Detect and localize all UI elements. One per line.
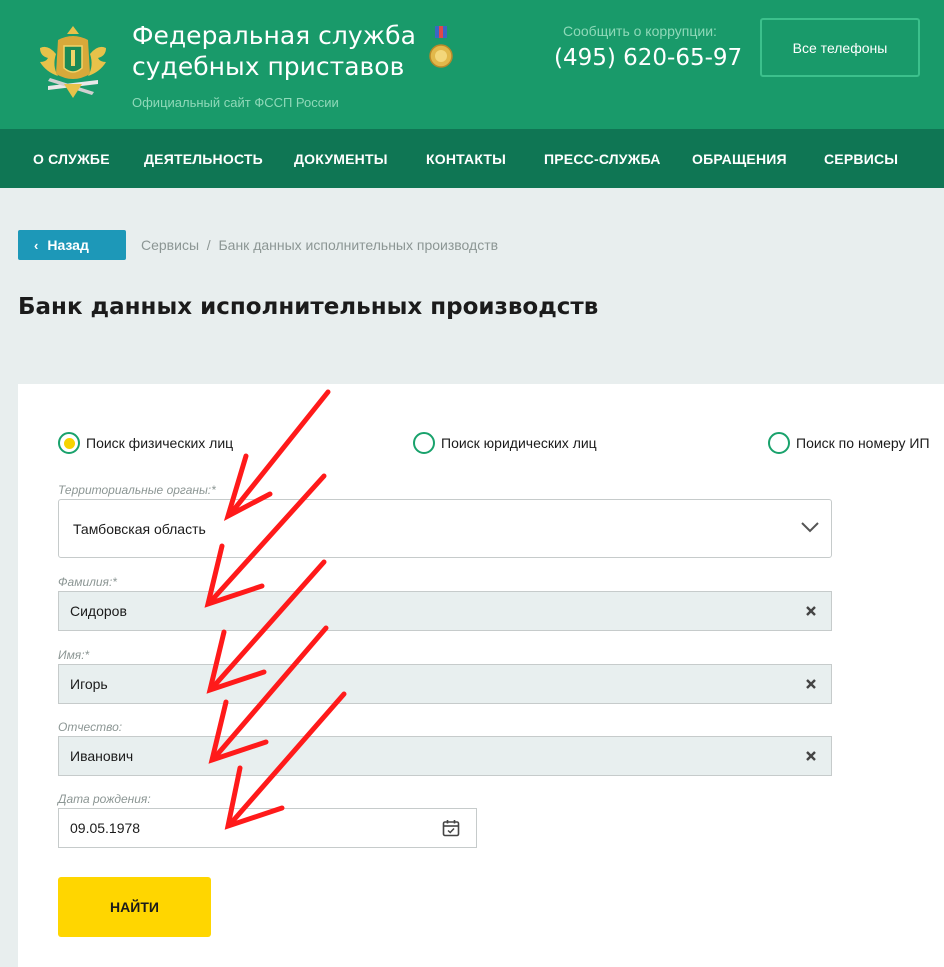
- patronymic-label: Отчество:: [58, 720, 123, 734]
- radio-ip-number[interactable]: Поиск по номеру ИП: [768, 432, 930, 454]
- surname-field[interactable]: Сидоров: [58, 591, 832, 631]
- radio-ip-number-label: Поиск по номеру ИП: [796, 435, 930, 451]
- radio-legal-entities-label: Поиск юридических лиц: [441, 435, 597, 451]
- breadcrumb-separator: /: [206, 237, 211, 253]
- radio-circle: [413, 432, 435, 454]
- birthdate-field[interactable]: 09.05.1978: [58, 808, 477, 848]
- name-label: Имя:*: [58, 648, 90, 662]
- calendar-icon[interactable]: [442, 819, 460, 837]
- org-subtitle: Официальный сайт ФССП России: [132, 95, 339, 110]
- radio-circle: [768, 432, 790, 454]
- breadcrumb: Сервисы / Банк данных исполнительных про…: [141, 237, 498, 253]
- radio-individuals-label: Поиск физических лиц: [86, 435, 234, 451]
- radio-circle-selected: [58, 432, 80, 454]
- birthdate-label: Дата рождения:: [58, 792, 151, 806]
- main-nav: О СЛУЖБЕ ДЕЯТЕЛЬНОСТЬ ДОКУМЕНТЫ КОНТАКТЫ…: [0, 129, 944, 188]
- chevron-left-icon: ‹: [34, 237, 39, 253]
- nav-item-appeals[interactable]: ОБРАЩЕНИЯ: [692, 151, 787, 167]
- nav-item-about[interactable]: О СЛУЖБЕ: [33, 151, 110, 167]
- patronymic-value: Иванович: [70, 748, 134, 764]
- org-name[interactable]: Федеральная служба судебных приставов: [132, 20, 416, 82]
- org-name-line2: судебных приставов: [132, 52, 405, 81]
- medal-icon: [429, 26, 453, 68]
- all-phones-button[interactable]: Все телефоны: [760, 18, 920, 77]
- back-button-label: Назад: [47, 237, 89, 253]
- territorial-select[interactable]: Тамбовская область: [58, 499, 832, 558]
- back-button[interactable]: ‹ Назад: [18, 230, 126, 260]
- radio-legal-entities[interactable]: Поиск юридических лиц: [413, 432, 597, 454]
- patronymic-field[interactable]: Иванович: [58, 736, 832, 776]
- nav-item-press[interactable]: ПРЕСС-СЛУЖБА: [544, 151, 661, 167]
- page-title: Банк данных исполнительных производств: [18, 294, 599, 320]
- find-button[interactable]: НАЙТИ: [58, 877, 211, 937]
- corruption-phone[interactable]: (495) 620-65-97: [554, 45, 742, 71]
- site-header: Федеральная служба судебных приставов Оф…: [0, 0, 944, 129]
- surname-label: Фамилия:*: [58, 575, 117, 589]
- clear-icon[interactable]: [805, 678, 817, 690]
- clear-icon[interactable]: [805, 750, 817, 762]
- nav-item-documents[interactable]: ДОКУМЕНТЫ: [294, 151, 388, 167]
- org-name-line1: Федеральная служба: [132, 21, 416, 50]
- name-value: Игорь: [70, 676, 108, 692]
- clear-icon[interactable]: [805, 605, 817, 617]
- emblem-icon[interactable]: [34, 22, 112, 102]
- breadcrumb-item-services[interactable]: Сервисы: [141, 237, 199, 253]
- birthdate-value: 09.05.1978: [70, 820, 141, 836]
- territorial-value: Тамбовская область: [73, 520, 206, 537]
- nav-item-activity[interactable]: ДЕЯТЕЛЬНОСТЬ: [144, 151, 263, 167]
- nav-item-services[interactable]: СЕРВИСЫ: [824, 151, 898, 167]
- surname-value: Сидоров: [70, 603, 127, 619]
- radio-individuals[interactable]: Поиск физических лиц: [58, 432, 233, 454]
- breadcrumb-item-current: Банк данных исполнительных производств: [218, 237, 499, 253]
- chevron-down-icon: [801, 522, 819, 533]
- territorial-label: Территориальные органы:*: [58, 483, 216, 497]
- name-field[interactable]: Игорь: [58, 664, 832, 704]
- nav-item-contacts[interactable]: КОНТАКТЫ: [426, 151, 506, 167]
- corruption-label: Сообщить о коррупции:: [563, 23, 717, 39]
